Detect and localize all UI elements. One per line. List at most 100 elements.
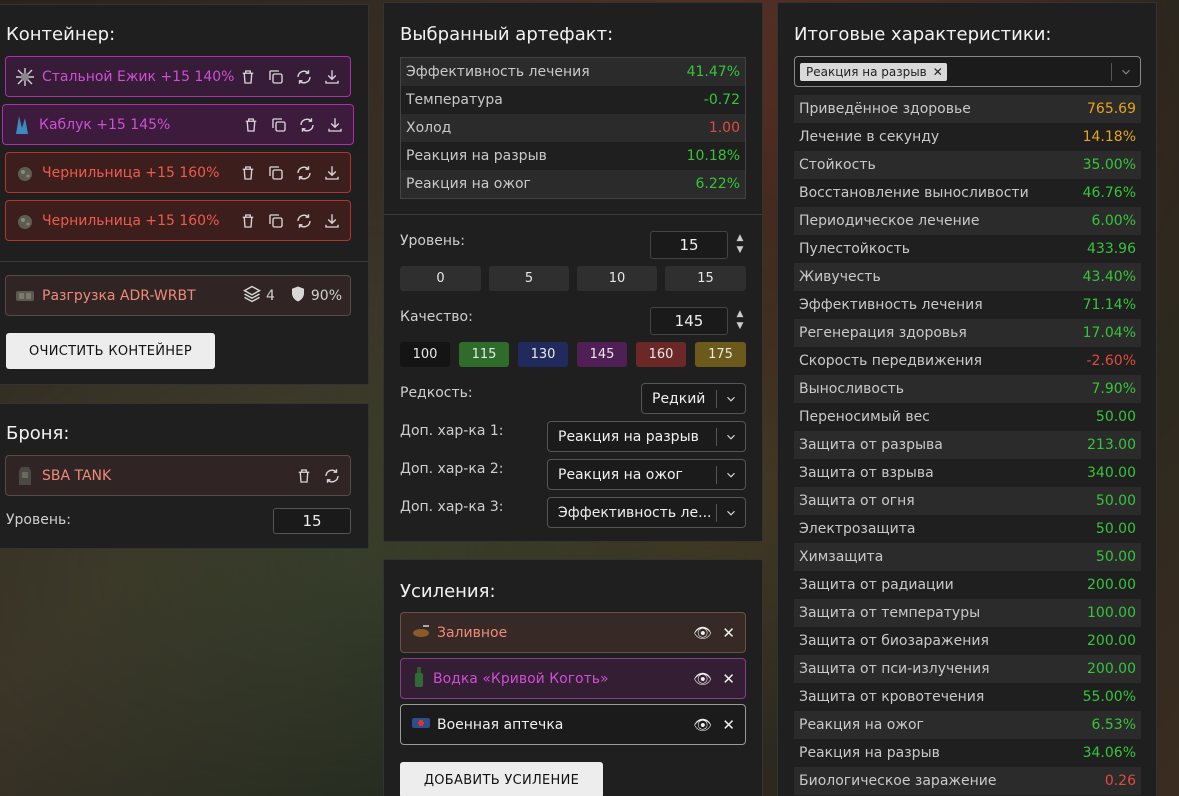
rig-slot[interactable]: Разгрузка ADR-WRBT 4 90% — [5, 275, 351, 316]
quality-input[interactable]: 145 — [650, 307, 728, 335]
delete-icon[interactable] — [294, 466, 313, 485]
artifact-slot[interactable]: Чернильница +15 160% — [5, 152, 351, 193]
totals-row: Защита от разрыва 213.00 — [794, 431, 1141, 459]
eye-icon[interactable]: 👁 — [693, 624, 712, 642]
delete-icon[interactable] — [238, 163, 257, 182]
extra1-select[interactable]: Реакция на разрыв — [547, 421, 746, 452]
eye-icon[interactable]: 👁 — [693, 670, 712, 688]
chevron-up-icon[interactable]: ▲ — [735, 232, 745, 244]
stat-row: Реакция на ожог 6.22% — [401, 170, 745, 198]
quality-preset-button[interactable]: 100 — [400, 342, 450, 367]
totals-label: Химзащита — [799, 549, 884, 565]
level-preset-button[interactable]: 5 — [489, 266, 569, 291]
delete-icon[interactable] — [238, 211, 257, 230]
swap-icon[interactable] — [322, 466, 341, 485]
armor-level-input[interactable]: 15 — [273, 508, 351, 534]
rig-name: Разгрузка ADR-WRBT — [42, 287, 196, 304]
close-icon[interactable]: ✕ — [933, 65, 943, 79]
copy-icon[interactable] — [266, 67, 285, 86]
boost-item[interactable]: Военная аптечка 👁 ✕ — [400, 704, 746, 745]
chevron-up-icon[interactable]: ▲ — [735, 308, 745, 320]
copy-icon[interactable] — [266, 211, 285, 230]
rarity-select[interactable]: Редкий — [641, 383, 746, 414]
add-boost-button[interactable]: ДОБАВИТЬ УСИЛЕНИЕ — [400, 762, 603, 796]
totals-row: Лечение в секунду 14.18% — [794, 123, 1141, 151]
level-preset-button[interactable]: 0 — [400, 266, 481, 291]
level-input[interactable]: 15 — [650, 231, 728, 259]
armor-title: Броня: — [6, 423, 70, 444]
copy-icon[interactable] — [269, 115, 288, 134]
close-icon[interactable]: ✕ — [722, 624, 735, 642]
level-stepper[interactable]: ▲ ▼ — [735, 232, 745, 256]
close-icon[interactable]: ✕ — [722, 716, 735, 734]
totals-row: Реакция на ожог 6.53% — [794, 711, 1141, 739]
artifact-slot[interactable]: Стальной Ежик +15 140% — [5, 56, 351, 97]
delete-icon[interactable] — [241, 115, 260, 134]
extra2-value: Реакция на ожог — [558, 466, 683, 483]
level-preset-button[interactable]: 15 — [665, 266, 746, 291]
artifact-panel: Выбранный артефакт: Эффективность лечени… — [383, 2, 763, 542]
totals-row: Скорость передвижения -2.60% — [794, 347, 1141, 375]
totals-row: Живучесть 43.40% — [794, 263, 1141, 291]
boost-item[interactable]: Водка «Кривой Коготь» 👁 ✕ — [400, 658, 746, 699]
armor-icon — [14, 465, 36, 487]
totals-value: 6.00% — [1091, 213, 1136, 229]
totals-value: 46.76% — [1082, 185, 1136, 201]
artifact-icon — [14, 210, 36, 232]
totals-value: 200.00 — [1087, 577, 1136, 593]
download-icon[interactable] — [322, 163, 341, 182]
totals-row: Эффективность лечения 71.14% — [794, 291, 1141, 319]
boost-item[interactable]: Заливное 👁 ✕ — [400, 612, 746, 653]
divider — [384, 214, 762, 215]
totals-row: Защита от биозаражения 200.00 — [794, 627, 1141, 655]
clear-container-button[interactable]: ОЧИСТИТЬ КОНТЕЙНЕР — [6, 333, 215, 369]
totals-label: Защита от биозаражения — [799, 633, 989, 649]
totals-value: 213.00 — [1087, 437, 1136, 453]
extra3-select[interactable]: Эффективность ле... — [547, 497, 746, 528]
chevron-down-icon[interactable]: ▼ — [735, 320, 745, 332]
artifact-slot[interactable]: Каблук +15 145% — [2, 104, 354, 145]
swap-icon[interactable] — [294, 67, 313, 86]
quality-preset-button[interactable]: 130 — [518, 342, 568, 367]
copy-icon[interactable] — [266, 163, 285, 182]
delete-icon[interactable] — [238, 67, 257, 86]
extra1-label: Доп. хар-ка 1: — [400, 423, 504, 439]
totals-value: 200.00 — [1087, 661, 1136, 677]
totals-value: 7.90% — [1091, 381, 1136, 397]
totals-label: Защита от кровотечения — [799, 689, 985, 705]
quality-stepper[interactable]: ▲ ▼ — [735, 308, 745, 332]
quality-preset-button[interactable]: 145 — [577, 342, 627, 367]
totals-row: Защита от температуры 100.00 — [794, 599, 1141, 627]
eye-icon[interactable]: 👁 — [693, 716, 712, 734]
swap-icon[interactable] — [297, 115, 316, 134]
boosts-title: Усиления: — [400, 581, 496, 602]
level-preset-button[interactable]: 10 — [577, 266, 657, 291]
quality-preset-button[interactable]: 160 — [636, 342, 686, 367]
boost-icon — [411, 623, 431, 643]
totals-label: Живучесть — [799, 269, 881, 285]
chevron-down-icon — [717, 430, 745, 444]
chevron-down-icon[interactable] — [1112, 65, 1140, 79]
close-icon[interactable]: ✕ — [722, 670, 735, 688]
download-icon[interactable] — [325, 115, 344, 134]
stat-value: -0.72 — [703, 92, 740, 108]
artifact-slot[interactable]: Чернильница +15 160% — [5, 200, 351, 241]
chevron-down-icon[interactable]: ▼ — [735, 244, 745, 256]
armor-slot[interactable]: SBA TANK — [5, 455, 351, 496]
swap-icon[interactable] — [294, 211, 313, 230]
boost-icon — [411, 715, 431, 735]
quality-preset-button[interactable]: 115 — [459, 342, 509, 367]
download-icon[interactable] — [322, 67, 341, 86]
download-icon[interactable] — [322, 211, 341, 230]
totals-value: 433.96 — [1087, 241, 1136, 257]
stat-row: Холод 1.00 — [401, 114, 745, 142]
quality-label: Качество: — [400, 309, 473, 325]
quality-preset-button[interactable]: 175 — [695, 342, 746, 367]
totals-row: Восстановление выносливости 46.76% — [794, 179, 1141, 207]
divider — [0, 261, 368, 262]
extra2-select[interactable]: Реакция на ожог — [547, 459, 746, 490]
stat-filter-select[interactable]: Реакция на разрыв ✕ — [794, 56, 1141, 87]
swap-icon[interactable] — [294, 163, 313, 182]
totals-row: Биологическое заражение 0.26 — [794, 767, 1141, 795]
stat-value: 1.00 — [708, 120, 740, 136]
